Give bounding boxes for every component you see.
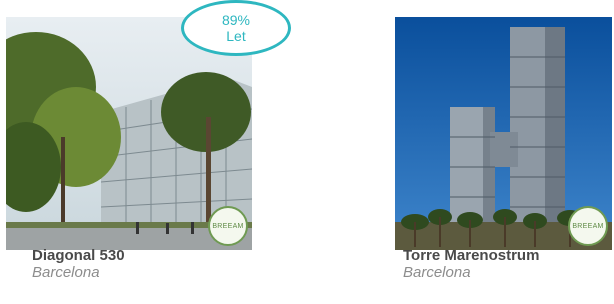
property-photo[interactable]: BREEAM: [395, 17, 612, 250]
breeam-label: BREEAM: [572, 222, 604, 230]
property-title[interactable]: Torre Marenostrum: [403, 247, 539, 264]
breeam-certification-badge: BREEAM: [208, 206, 248, 246]
property-title[interactable]: Diagonal 530: [32, 247, 125, 264]
property-card-torre-marenostrum[interactable]: BREEAM: [395, 17, 614, 250]
breeam-label: BREEAM: [212, 222, 244, 230]
property-city: Barcelona: [403, 264, 471, 281]
occupancy-percentage: 89%: [221, 12, 251, 28]
property-city: Barcelona: [32, 264, 100, 281]
occupancy-badge: 89% Let: [181, 0, 291, 56]
breeam-certification-badge: BREEAM: [568, 206, 608, 246]
occupancy-label: Let: [226, 28, 246, 44]
property-card-diagonal-530[interactable]: BREEAM 89% Let: [6, 0, 291, 250]
